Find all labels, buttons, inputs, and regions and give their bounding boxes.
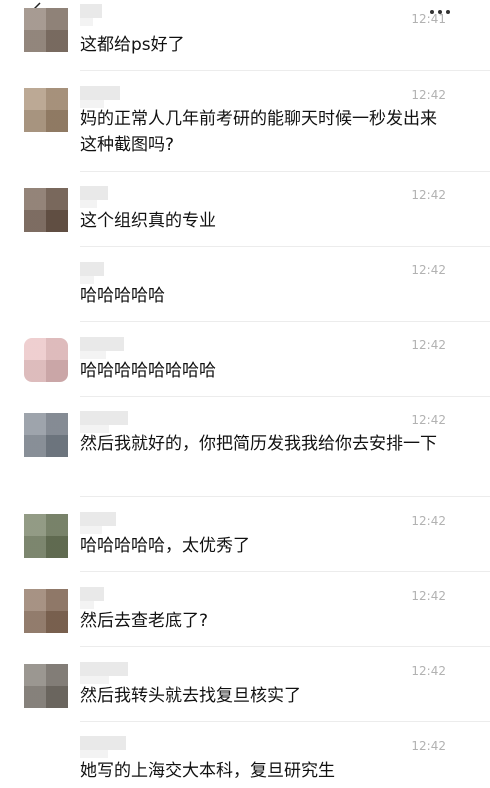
message-text: 哈哈哈哈哈 [80,286,165,306]
sender-name-blurred [80,186,108,208]
sender-name-blurred [80,262,104,284]
divider [80,171,490,172]
message-time: 12:42 [411,88,446,102]
avatar[interactable] [24,514,68,558]
avatar[interactable] [24,188,68,232]
message-text: 哈哈哈哈哈哈哈哈 [80,361,216,381]
sender-name-blurred [80,587,104,609]
avatar[interactable] [24,413,68,457]
message-time: 12:42 [411,589,446,603]
divider [80,321,490,322]
message-text: 这个组织真的专业 [80,211,216,231]
sender-name-blurred [80,736,126,758]
divider [80,396,490,397]
message-time: 12:42 [411,739,446,753]
message-text: 妈的正常人几年前考研的能聊天时候一秒发出来这种截图吗? [80,109,437,155]
message-time: 12:42 [411,664,446,678]
message-time: 12:42 [411,413,446,427]
sender-name-blurred [80,662,128,684]
message-text: 然后去查老底了? [80,611,209,631]
message-time: 12:41 [411,12,446,26]
message-text: 她写的上海交大本科，复旦研究生 [80,761,335,781]
sender-name-blurred [80,86,120,108]
message-text: 哈哈哈哈哈，太优秀了 [80,536,250,556]
sender-name-blurred [80,512,116,534]
message-time: 12:42 [411,188,446,202]
divider [80,246,490,247]
sender-name-blurred [80,411,128,433]
message-text: 然后我就好的，你把简历发我我给你去安排一下 [80,434,437,454]
divider [80,70,490,71]
avatar[interactable] [24,262,68,306]
message-text: 这都给ps好了 [80,35,185,55]
avatar[interactable] [24,8,68,52]
avatar[interactable] [24,738,68,782]
sender-name-blurred [80,4,102,26]
avatar[interactable] [24,664,68,708]
message-time: 12:42 [411,514,446,528]
sender-name-blurred [80,337,124,359]
message-text: 然后我转头就去找复旦核实了 [80,686,301,706]
avatar[interactable] [24,589,68,633]
divider [80,571,490,572]
divider [80,721,490,722]
avatar[interactable] [24,88,68,132]
divider [80,646,490,647]
message-time: 12:42 [411,338,446,352]
divider [80,496,490,497]
message-time: 12:42 [411,263,446,277]
avatar[interactable] [24,338,68,382]
